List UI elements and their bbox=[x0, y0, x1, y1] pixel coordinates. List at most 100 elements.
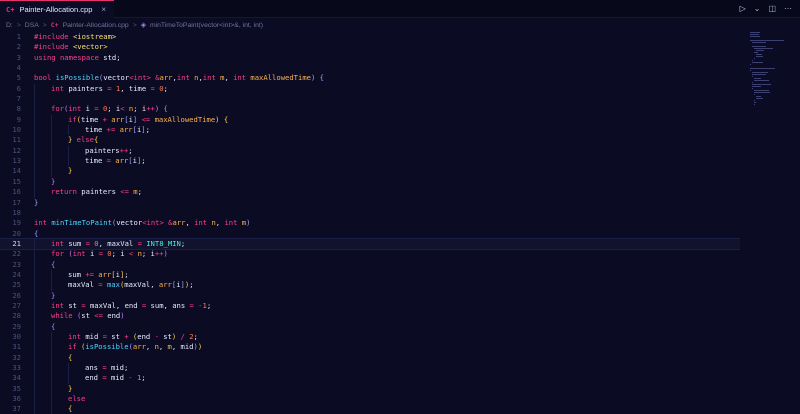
code-token: for bbox=[51, 249, 64, 259]
run-icon[interactable]: ▷ bbox=[740, 4, 746, 13]
code-token: mid bbox=[85, 331, 99, 341]
code-line[interactable]: 28 while (st <= end) bbox=[0, 311, 740, 322]
code-line[interactable]: 3 using namespace std; bbox=[0, 53, 740, 63]
code-line[interactable]: 23 { bbox=[0, 259, 740, 270]
more-actions-icon[interactable]: ⋯ bbox=[784, 4, 792, 13]
code-line[interactable]: 24 sum += arr[i]; bbox=[0, 269, 740, 281]
code-token: vector bbox=[116, 218, 143, 228]
breadcrumb-file[interactable]: Painter-Allocation.cpp bbox=[63, 22, 129, 29]
code-line[interactable]: 15} bbox=[0, 176, 740, 188]
code-text: } bbox=[51, 177, 55, 187]
code-line[interactable]: 26} bbox=[0, 290, 740, 301]
editor-tab-painter-allocation[interactable]: C+ Painter-Allocation.cpp × bbox=[0, 0, 115, 18]
line-number: 28 bbox=[12, 311, 21, 321]
code-text: } bbox=[51, 291, 55, 301]
code-token: st bbox=[68, 300, 77, 310]
code-token: <= bbox=[94, 311, 103, 321]
code-line[interactable]: 9 if(time + arr[i] <= maxAllowedTime) { bbox=[0, 114, 740, 126]
code-text: painters++; bbox=[85, 146, 133, 156]
indent-guide bbox=[34, 94, 35, 105]
code-line[interactable]: 8 for(int i = 0; i< n; i++) { bbox=[0, 104, 740, 115]
code-token: int bbox=[146, 218, 160, 228]
code-line[interactable]: 32 { bbox=[0, 352, 740, 363]
code-token: } bbox=[34, 197, 39, 207]
code-token: int bbox=[176, 73, 190, 83]
minimap-line bbox=[752, 82, 753, 83]
code-text: while (st <= end) bbox=[51, 311, 125, 321]
code-token: st bbox=[111, 331, 120, 341]
code-line[interactable]: 12 painters++; bbox=[0, 145, 740, 157]
indent-guide bbox=[51, 114, 52, 126]
code-line[interactable]: 13 time = arr[i]; bbox=[0, 156, 740, 167]
indent-guide bbox=[34, 290, 35, 301]
code-token: } bbox=[68, 383, 73, 393]
code-text: int mid = st + (end - st) / 2; bbox=[68, 332, 198, 342]
code-editor[interactable]: 1 #include <iostream> 2 #include <vector> 3 u… bbox=[0, 32, 740, 414]
code-token: return bbox=[51, 187, 77, 197]
indent-guide bbox=[34, 342, 35, 353]
code-line[interactable]: 4 bbox=[0, 63, 740, 73]
code-line[interactable]: 19 int minTimeToPaint(vector<int> &arr, i… bbox=[0, 218, 740, 228]
code-text: bool isPossible(vector<int> &arr,int n,i… bbox=[34, 73, 324, 83]
code-token: arr bbox=[158, 280, 172, 290]
code-line[interactable]: 18 bbox=[0, 208, 740, 218]
indent-guide bbox=[51, 404, 52, 414]
code-line[interactable]: 30 int mid = st + (end - st) / 2; bbox=[0, 331, 740, 343]
code-line[interactable]: 1 #include <iostream> bbox=[0, 32, 740, 42]
code-line[interactable]: 10 time += arr[i]; bbox=[0, 125, 740, 136]
minimap-line bbox=[752, 74, 766, 75]
code-line[interactable]: 25 maxVal = max(maxVal, arr[i]); bbox=[0, 280, 740, 291]
code-line[interactable]: 11} else{ bbox=[0, 135, 740, 146]
code-token: ) bbox=[246, 218, 251, 228]
breadcrumb: D: > DSA > C+ Painter-Allocation.cpp > ◈… bbox=[6, 19, 263, 31]
code-text: } bbox=[34, 198, 38, 208]
code-token: int bbox=[51, 238, 64, 248]
code-line[interactable]: 20 { bbox=[0, 229, 740, 239]
code-line[interactable]: 31 if (isPossible(arr, n, m, mid)) bbox=[0, 342, 740, 353]
code-token: time bbox=[80, 114, 99, 124]
code-line[interactable]: 29 { bbox=[0, 321, 740, 332]
code-line[interactable]: 22 for (int i = 0; i < n; i++) bbox=[0, 249, 740, 260]
code-line[interactable]: 2 #include <vector> bbox=[0, 42, 740, 52]
close-tab-icon[interactable]: × bbox=[101, 5, 106, 14]
code-line[interactable]: 37 { bbox=[0, 404, 740, 414]
code-line[interactable]: 7 bbox=[0, 94, 740, 105]
code-text: for(int i = 0; i< n; i++) { bbox=[51, 104, 168, 114]
code-line[interactable]: 14} bbox=[0, 166, 740, 177]
indent-guide bbox=[51, 135, 52, 146]
code-line[interactable]: 5 bool isPossible(vector<int> &arr,int n,… bbox=[0, 73, 740, 83]
minimap-line bbox=[754, 100, 755, 101]
code-token: ; bbox=[206, 300, 212, 310]
code-token: ; bbox=[141, 249, 151, 259]
code-line[interactable]: 27 int st = maxVal, end = sum, ans = -1; bbox=[0, 300, 740, 312]
minimap[interactable] bbox=[750, 32, 790, 105]
breadcrumb-folder[interactable]: DSA bbox=[25, 22, 39, 29]
code-line[interactable]: 16 return painters <= m; bbox=[0, 187, 740, 198]
minimap-line bbox=[756, 96, 761, 97]
code-token: arr bbox=[119, 125, 133, 135]
indent-guide bbox=[34, 363, 35, 374]
run-dropdown-icon[interactable]: ⌄ bbox=[754, 4, 761, 13]
code-token: ; bbox=[128, 145, 133, 155]
code-line[interactable]: 17} bbox=[0, 198, 740, 208]
breadcrumb-function[interactable]: minTimeToPaint(vector<int>&, int, int) bbox=[150, 22, 263, 29]
code-line[interactable]: 21 int sum = 0, maxVal = INT8_MIN; bbox=[0, 237, 740, 251]
code-line[interactable]: 6 int painters = 1, time = 0; bbox=[0, 83, 740, 95]
code-token: INT8_MIN bbox=[146, 238, 181, 248]
code-line[interactable]: 36 else bbox=[0, 394, 740, 405]
code-line[interactable]: 33 ans = mid; bbox=[0, 363, 740, 374]
indent-guide bbox=[68, 363, 69, 374]
code-line[interactable]: 35} bbox=[0, 383, 740, 395]
minimap-line bbox=[754, 94, 755, 95]
code-token: isPossible bbox=[85, 342, 129, 352]
breadcrumb-drive[interactable]: D: bbox=[6, 22, 13, 29]
code-line[interactable]: 34 end = mid - 1; bbox=[0, 373, 740, 384]
split-editor-icon[interactable]: ◫ bbox=[768, 4, 776, 13]
indent-guide bbox=[51, 331, 52, 343]
code-token: , bbox=[115, 300, 125, 310]
minimap-line bbox=[754, 80, 769, 81]
code-token: int bbox=[194, 218, 208, 228]
code-text: using namespace std; bbox=[34, 53, 121, 63]
editor-scrollbar[interactable] bbox=[792, 32, 798, 414]
code-token: ; bbox=[124, 269, 129, 279]
